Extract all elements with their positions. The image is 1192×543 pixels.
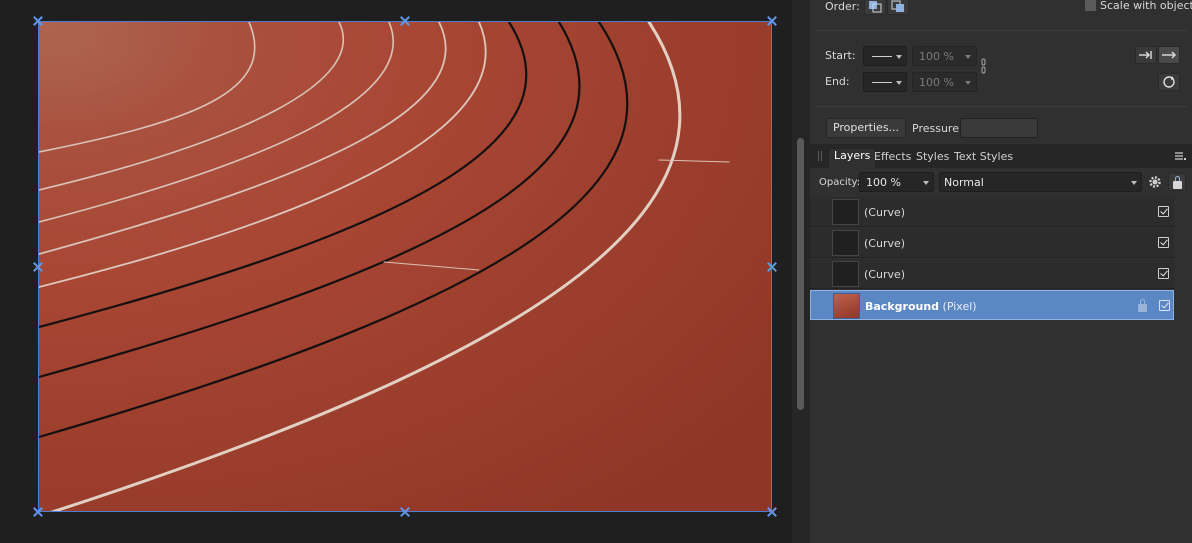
- end-scale-value: 100 %: [919, 76, 954, 89]
- scrollbar-thumb[interactable]: [797, 138, 804, 410]
- context-panel: Order: Scale with object Start: 100 % En…: [810, 0, 1192, 543]
- order-behind-icon: [869, 1, 882, 13]
- chevron-down-icon: [896, 55, 902, 59]
- tab-layers[interactable]: Layers: [829, 149, 876, 168]
- opacity-field[interactable]: 100 %: [859, 172, 934, 192]
- layers-tabs-bar: Layers Effects Styles Text Styles: [810, 144, 1192, 168]
- pressure-label: Pressure:: [912, 122, 963, 135]
- tab-styles[interactable]: Styles: [916, 150, 949, 163]
- lock-icon: [1173, 176, 1182, 189]
- arrow-outside-icon: [1162, 51, 1176, 59]
- section-divider: [815, 30, 1187, 31]
- tab-text-styles[interactable]: Text Styles: [954, 150, 1013, 163]
- swap-arrows-button[interactable]: [1158, 73, 1180, 91]
- layer-name: (Curve): [864, 268, 906, 281]
- layer-name: (Curve): [864, 237, 906, 250]
- start-scale-value: 100 %: [919, 50, 954, 63]
- layer-locked-icon[interactable]: [1138, 299, 1147, 312]
- layer-name-bold: Background: [865, 300, 940, 313]
- order-front-icon: [891, 0, 904, 12]
- layer-visibility-checkbox[interactable]: [1159, 300, 1170, 311]
- arrow-align-inside-button[interactable]: [1135, 46, 1157, 64]
- running-track-photo[interactable]: [38, 21, 772, 512]
- selection-handle-top-left[interactable]: [33, 16, 43, 26]
- order-front-button[interactable]: [887, 0, 909, 15]
- order-label: Order:: [825, 0, 860, 13]
- selection-handle-bottom-center[interactable]: [400, 507, 410, 517]
- selection-handle-bottom-left[interactable]: [33, 507, 43, 517]
- chevron-down-icon: [896, 81, 902, 85]
- panel-grip-icon[interactable]: [818, 151, 822, 161]
- start-label: Start:: [825, 49, 856, 62]
- layer-thumbnail: [832, 199, 859, 225]
- layer-type: (Pixel): [942, 300, 977, 313]
- blend-mode-dropdown[interactable]: Normal: [939, 172, 1142, 192]
- layer-visibility-checkbox[interactable]: [1158, 268, 1169, 279]
- selection-handle-top-center[interactable]: [400, 16, 410, 26]
- chevron-down-icon: [965, 81, 971, 85]
- opacity-label: Opacity:: [819, 177, 861, 188]
- pressure-graph-field[interactable]: [960, 118, 1038, 138]
- layer-visibility-checkbox[interactable]: [1158, 237, 1169, 248]
- chevron-down-icon: [923, 181, 929, 185]
- layer-visibility-checkbox[interactable]: [1158, 206, 1169, 217]
- layer-row-curve-1[interactable]: (Curve): [810, 197, 1174, 227]
- layer-row-background[interactable]: Background (Pixel): [810, 290, 1174, 320]
- scale-with-object-label: Scale with object: [1100, 0, 1192, 12]
- layer-name: Background (Pixel): [865, 300, 977, 313]
- end-arrowhead-dropdown[interactable]: [863, 72, 907, 92]
- end-scale-field[interactable]: 100 %: [912, 72, 977, 92]
- chevron-down-icon: [1131, 181, 1137, 185]
- start-arrowhead-dropdown[interactable]: [863, 46, 907, 66]
- selection-handle-middle-right[interactable]: [767, 262, 777, 272]
- opacity-value: 100 %: [866, 176, 901, 189]
- refresh-icon: [1163, 76, 1175, 88]
- link-chain-icon[interactable]: [981, 58, 987, 74]
- layer-row-curve-2[interactable]: (Curve): [810, 228, 1174, 258]
- properties-button[interactable]: Properties...: [826, 118, 906, 138]
- tab-effects[interactable]: Effects: [874, 150, 911, 163]
- panel-menu-icon[interactable]: [1174, 151, 1186, 161]
- scale-with-object-checkbox[interactable]: [1085, 0, 1096, 11]
- canvas-area[interactable]: [0, 0, 792, 543]
- vertical-scrollbar[interactable]: [792, 0, 810, 543]
- order-behind-button[interactable]: [864, 0, 886, 15]
- arrow-inside-icon: [1139, 51, 1152, 59]
- selection-handle-middle-left[interactable]: [33, 262, 43, 272]
- layer-name: (Curve): [864, 206, 906, 219]
- chevron-down-icon: [965, 55, 971, 59]
- selection-handle-top-right[interactable]: [767, 16, 777, 26]
- start-scale-field[interactable]: 100 %: [912, 46, 977, 66]
- layer-row-curve-3[interactable]: (Curve): [810, 259, 1174, 289]
- blend-mode-value: Normal: [944, 176, 984, 189]
- end-label: End:: [825, 75, 850, 88]
- gear-icon[interactable]: [1148, 175, 1162, 189]
- layer-thumbnail: [832, 230, 859, 256]
- selection-handle-bottom-right[interactable]: [767, 507, 777, 517]
- layers-toolbar: Opacity: 100 % Normal: [810, 168, 1192, 196]
- arrow-align-outside-button[interactable]: [1158, 46, 1180, 64]
- section-divider: [815, 106, 1187, 107]
- layer-thumbnail-background: [833, 293, 860, 319]
- lock-layer-button[interactable]: [1168, 173, 1186, 191]
- layer-thumbnail: [832, 261, 859, 287]
